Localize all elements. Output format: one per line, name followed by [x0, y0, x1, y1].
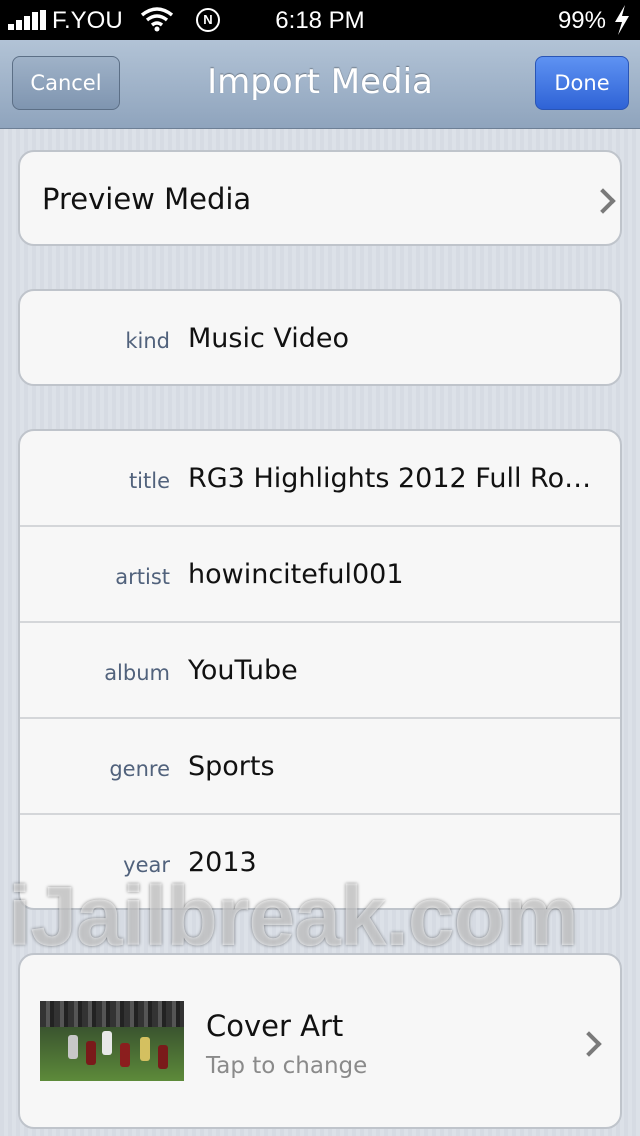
kind-value: Music Video: [188, 323, 350, 354]
done-button[interactable]: Done: [535, 56, 629, 110]
artist-label: artist: [115, 565, 170, 589]
kind-row[interactable]: kind Music Video: [20, 291, 620, 384]
album-value: YouTube: [188, 655, 298, 686]
cover-art-thumbnail: [40, 1001, 184, 1081]
navigation-bar: Cancel Import Media Done: [0, 40, 640, 129]
battery-percent: 99%: [557, 7, 606, 34]
preview-media-label: Preview Media: [42, 182, 252, 216]
album-label: album: [104, 661, 170, 685]
album-row[interactable]: album YouTube: [20, 623, 620, 719]
year-value: 2013: [188, 847, 257, 878]
title-value: RG3 Highlights 2012 Full Roo…: [188, 463, 598, 494]
chevron-right-icon: [590, 188, 616, 214]
chevron-right-icon: [576, 1031, 602, 1057]
cover-art-title: Cover Art: [206, 1009, 344, 1043]
kind-section: kind Music Video: [18, 289, 622, 386]
status-bar: F.YOU N 6:18 PM 99%: [0, 0, 640, 40]
cover-art-subtitle: Tap to change: [206, 1053, 368, 1079]
title-row[interactable]: title RG3 Highlights 2012 Full Roo…: [20, 431, 620, 527]
title-label: title: [128, 469, 170, 493]
year-row[interactable]: year 2013: [20, 815, 620, 908]
kind-label: kind: [125, 329, 170, 353]
preview-media-cell[interactable]: Preview Media: [18, 150, 622, 246]
artist-value: howinciteful001: [188, 559, 404, 590]
genre-value: Sports: [188, 751, 275, 782]
genre-label: genre: [109, 757, 170, 781]
charging-bolt-icon: [615, 5, 629, 35]
year-label: year: [123, 853, 170, 877]
status-time: 6:18 PM: [275, 7, 365, 34]
genre-row[interactable]: genre Sports: [20, 719, 620, 815]
artist-row[interactable]: artist howinciteful001: [20, 527, 620, 623]
cover-art-cell[interactable]: Cover Art Tap to change: [18, 953, 622, 1129]
metadata-section: title RG3 Highlights 2012 Full Roo… arti…: [18, 429, 622, 910]
